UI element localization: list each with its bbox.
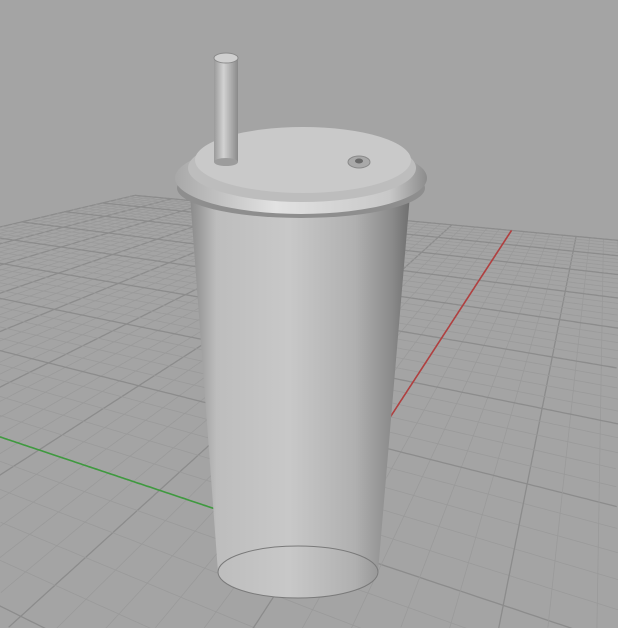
viewport-canvas[interactable] bbox=[0, 0, 618, 628]
straw-base bbox=[214, 158, 238, 166]
cup-body[interactable] bbox=[190, 195, 410, 598]
straw-top-opening bbox=[213, 52, 239, 64]
lid-vent-hole-inner bbox=[355, 158, 363, 164]
straw[interactable] bbox=[214, 58, 238, 162]
perspective-viewport[interactable] bbox=[0, 0, 618, 628]
